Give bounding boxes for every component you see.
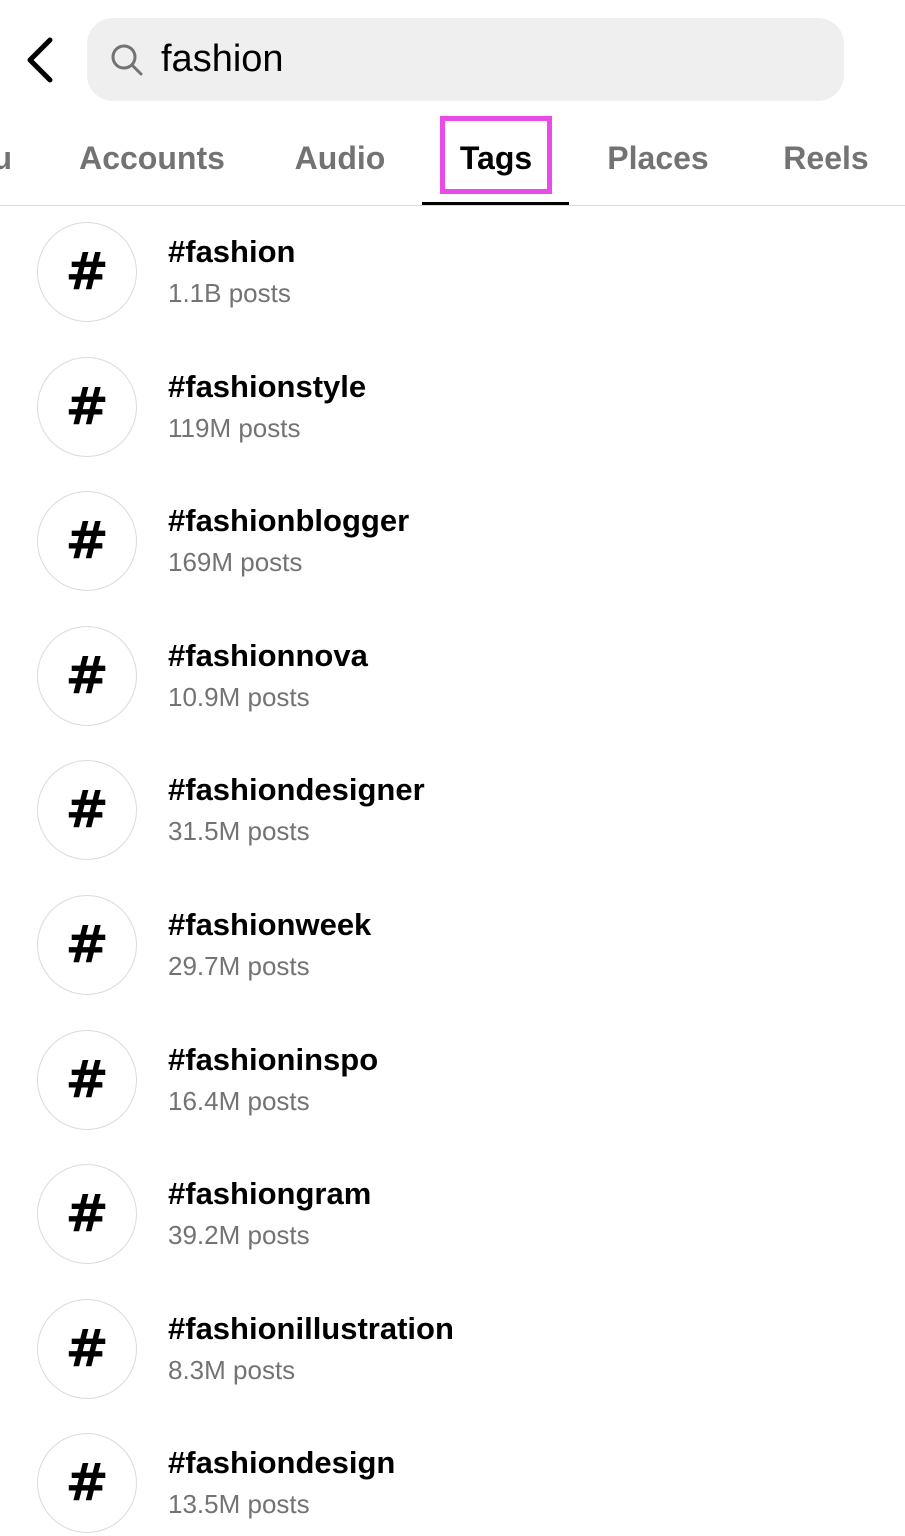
tag-row[interactable]: # #fashionnova 10.9M posts bbox=[0, 610, 905, 745]
tag-post-count: 13.5M posts bbox=[168, 1489, 310, 1520]
tag-search-screen: u Accounts Audio Tags Places Reels # #fa… bbox=[0, 0, 905, 1536]
tag-name: #fashiondesign bbox=[168, 1445, 396, 1481]
tag-row[interactable]: # #fashioninspo 16.4M posts bbox=[0, 1014, 905, 1149]
tag-post-count: 31.5M posts bbox=[168, 816, 310, 847]
tab-places[interactable]: Places bbox=[596, 112, 720, 204]
hashtag-icon: # bbox=[37, 625, 137, 726]
tag-results-list: # #fashion 1.1B posts # #fashionstyle 11… bbox=[0, 206, 905, 1536]
tag-name: #fashiongram bbox=[168, 1176, 372, 1212]
tag-post-count: 119M posts bbox=[168, 412, 301, 443]
tab-partial[interactable]: u bbox=[0, 112, 12, 204]
tag-name: #fashion bbox=[168, 234, 296, 269]
tag-name: #fashionweek bbox=[168, 906, 372, 942]
hashtag-icon: # bbox=[37, 222, 137, 322]
tag-post-count: 29.7M posts bbox=[168, 950, 310, 981]
tab-accounts[interactable]: Accounts bbox=[72, 112, 232, 204]
tag-name: #fashionblogger bbox=[168, 503, 410, 539]
active-tab-indicator bbox=[422, 202, 569, 205]
tag-name: #fashiondesigner bbox=[168, 772, 425, 808]
tag-name: #fashioninspo bbox=[168, 1041, 379, 1077]
tag-post-count: 39.2M posts bbox=[168, 1220, 310, 1251]
tab-reels[interactable]: Reels bbox=[774, 112, 878, 204]
back-button[interactable] bbox=[14, 30, 66, 90]
hashtag-icon: # bbox=[37, 1164, 137, 1265]
tag-name: #fashionstyle bbox=[168, 368, 367, 404]
hashtag-icon: # bbox=[37, 491, 137, 592]
tag-row[interactable]: # #fashionillustration 8.3M posts bbox=[0, 1283, 905, 1418]
tag-row[interactable]: # #fashion 1.1B posts bbox=[0, 206, 905, 341]
tag-post-count: 8.3M posts bbox=[168, 1354, 296, 1385]
search-bar[interactable] bbox=[87, 18, 844, 101]
tag-post-count: 10.9M posts bbox=[168, 681, 310, 712]
tag-row[interactable]: # #fashionweek 29.7M posts bbox=[0, 879, 905, 1014]
hashtag-icon: # bbox=[37, 1433, 137, 1534]
search-icon bbox=[109, 42, 145, 78]
tag-row[interactable]: # #fashiondesigner 31.5M posts bbox=[0, 744, 905, 879]
hashtag-icon: # bbox=[37, 760, 137, 861]
tab-tags[interactable]: Tags bbox=[440, 112, 552, 204]
search-input[interactable] bbox=[161, 29, 761, 90]
tab-audio[interactable]: Audio bbox=[286, 112, 394, 204]
tag-post-count: 16.4M posts bbox=[168, 1085, 310, 1116]
tag-row[interactable]: # #fashionstyle 119M posts bbox=[0, 341, 905, 476]
tag-post-count: 1.1B posts bbox=[168, 278, 291, 308]
tag-name: #fashionnova bbox=[168, 637, 368, 673]
search-tabs: u Accounts Audio Tags Places Reels bbox=[0, 112, 905, 206]
hashtag-icon: # bbox=[37, 894, 137, 995]
tag-row[interactable]: # #fashiondesign 13.5M posts bbox=[0, 1417, 905, 1536]
tag-post-count: 169M posts bbox=[168, 547, 303, 578]
tag-row[interactable]: # #fashiongram 39.2M posts bbox=[0, 1148, 905, 1283]
chevron-left-icon bbox=[27, 37, 53, 83]
hashtag-icon: # bbox=[37, 356, 137, 457]
tag-row[interactable]: # #fashionblogger 169M posts bbox=[0, 475, 905, 610]
hashtag-icon: # bbox=[37, 1298, 137, 1399]
hashtag-icon: # bbox=[37, 1029, 137, 1130]
tag-name: #fashionillustration bbox=[168, 1310, 454, 1346]
